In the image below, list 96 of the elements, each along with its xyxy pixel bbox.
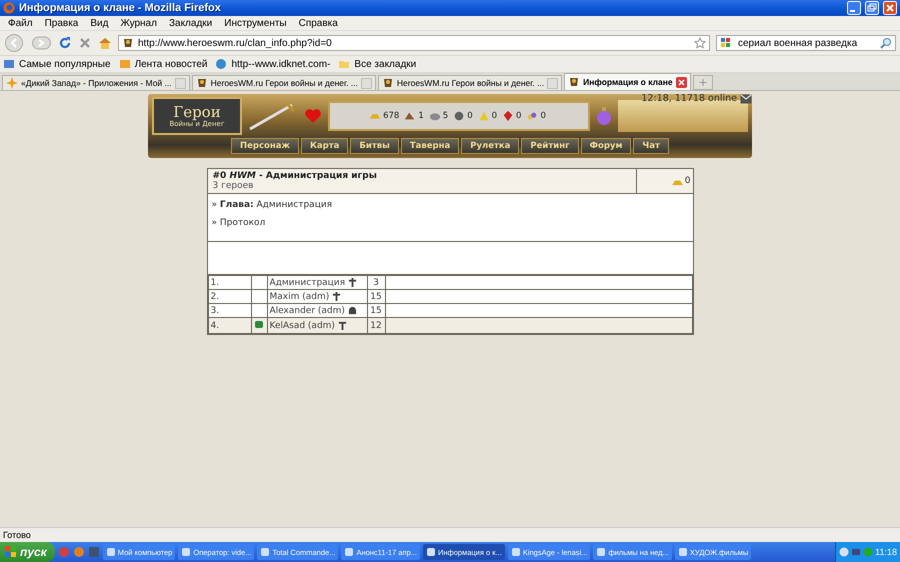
clan-leader: » Глава: Администрация (212, 200, 334, 210)
bookmark-link[interactable]: Лента новостей (134, 58, 208, 70)
table-cell: 1. (208, 276, 251, 290)
app-icon (678, 547, 688, 557)
sulfur-icon (478, 110, 490, 122)
quick-launch-icon[interactable] (88, 546, 100, 558)
site-icon (196, 77, 208, 89)
browser-tab[interactable]: «Дикий Запад» - Приложения - Мой ... (2, 75, 190, 90)
gems-icon (526, 110, 538, 122)
globe-icon (215, 58, 228, 70)
resource-amount: 0 (540, 111, 546, 121)
resource-amount: 5 (442, 111, 448, 121)
menu-item[interactable]: Закладки (162, 18, 218, 28)
hammer-icon (338, 321, 347, 330)
nav-link[interactable]: Чат (633, 138, 669, 154)
nav-link[interactable]: Рулетка (461, 138, 520, 154)
windows-logo-icon (5, 546, 17, 558)
sword-icon (248, 101, 298, 131)
bookmark-link[interactable]: http--www.idknet.com- (231, 58, 330, 70)
window-title: Информация о клане - Mozilla Firefox (19, 2, 222, 14)
clan-badge-icon (254, 319, 264, 329)
tray-icon[interactable] (839, 547, 850, 557)
protocol-link[interactable]: » Протокол (212, 218, 688, 228)
search-field[interactable]: сериал военная разведка (716, 35, 896, 51)
menu-item[interactable]: Файл (2, 18, 39, 28)
heart-icon[interactable] (304, 108, 322, 124)
mail-icon[interactable] (740, 94, 752, 104)
menu-item[interactable]: Правка (38, 18, 84, 28)
nav-link[interactable]: Таверна (400, 138, 460, 154)
site-icon (6, 77, 18, 89)
nav-link[interactable]: Битвы (350, 138, 399, 154)
nav-link[interactable]: Рейтинг (521, 138, 579, 154)
browser-tab[interactable]: HeroesWM.ru Герои войны и денег. ... (378, 75, 562, 90)
start-button[interactable]: пуск (0, 542, 55, 562)
network-icon[interactable] (851, 547, 862, 557)
folder-icon (338, 58, 350, 70)
wood-icon (404, 110, 416, 122)
quick-launch-icon[interactable] (72, 546, 85, 558)
menu-item[interactable]: Вид (84, 18, 114, 28)
nav-link[interactable]: Персонаж (231, 138, 299, 154)
star-icon[interactable] (694, 37, 706, 49)
table-cell: 15 (367, 290, 385, 304)
crystal-icon (502, 110, 514, 122)
menu-item[interactable]: Справка (292, 18, 344, 28)
app-icon (510, 547, 521, 557)
cross-icon (348, 278, 358, 287)
clan-treasury: 0 (684, 176, 690, 186)
app-icon (426, 547, 436, 557)
app-icon (181, 547, 192, 557)
forward-button[interactable] (32, 35, 52, 51)
new-tab-icon[interactable] (692, 75, 713, 90)
menu-item[interactable]: Инструменты (218, 18, 293, 28)
search-icon[interactable] (880, 37, 892, 49)
table-cell: 4. (208, 318, 251, 334)
clan-title: #0 HWM - Администрация игры (212, 171, 378, 181)
minimize-button[interactable] (847, 1, 861, 15)
cross-icon (332, 292, 342, 301)
helmet-icon (348, 306, 357, 315)
site-icon (382, 77, 394, 89)
resource-amount: 0 (467, 111, 473, 121)
bookmark-icon (3, 58, 15, 70)
bookmark-link[interactable]: Все закладки (354, 58, 416, 70)
app-icon (260, 547, 270, 557)
mercury-icon (453, 110, 466, 122)
member-count: 3 героев (212, 181, 254, 191)
home-icon[interactable] (98, 36, 112, 50)
resource-amount: 0 (492, 111, 498, 121)
restore-button[interactable] (865, 1, 879, 15)
close-button[interactable] (883, 1, 897, 15)
firefox-icon (3, 2, 15, 14)
resource-amount: 0 (516, 111, 522, 121)
back-button[interactable] (4, 34, 26, 52)
resource-amount: 678 (383, 111, 400, 121)
clock: 11:18 (875, 547, 897, 557)
app-icon (596, 547, 606, 557)
app-icon (344, 547, 354, 557)
status-text: Готово (3, 530, 31, 540)
reload-icon[interactable] (58, 36, 72, 50)
table-cell: 2. (208, 290, 251, 304)
feed-icon (118, 58, 131, 70)
potion-icon[interactable] (596, 107, 612, 125)
browser-tab[interactable]: Информация о клане (564, 73, 691, 90)
nav-link[interactable]: Карта (300, 138, 348, 154)
server-status: 12:18, 11718 online (641, 93, 737, 104)
resource-amount: 1 (418, 111, 424, 121)
browser-tab[interactable]: HeroesWM.ru Герои войны и денег. ... (192, 75, 376, 90)
nav-link[interactable]: Форум (580, 138, 632, 154)
app-icon (106, 547, 116, 557)
table-cell: 3 (367, 276, 385, 290)
address-field[interactable]: http://www.heroeswm.ru/clan_info.php?id=0 (118, 35, 710, 51)
site-icon (122, 37, 134, 49)
quick-launch-icon[interactable] (58, 546, 70, 558)
logo-title: Герои (173, 104, 221, 120)
menu-item[interactable]: Журнал (114, 18, 163, 28)
bookmark-link[interactable]: Самые популярные (19, 58, 111, 70)
site-icon (568, 76, 580, 88)
